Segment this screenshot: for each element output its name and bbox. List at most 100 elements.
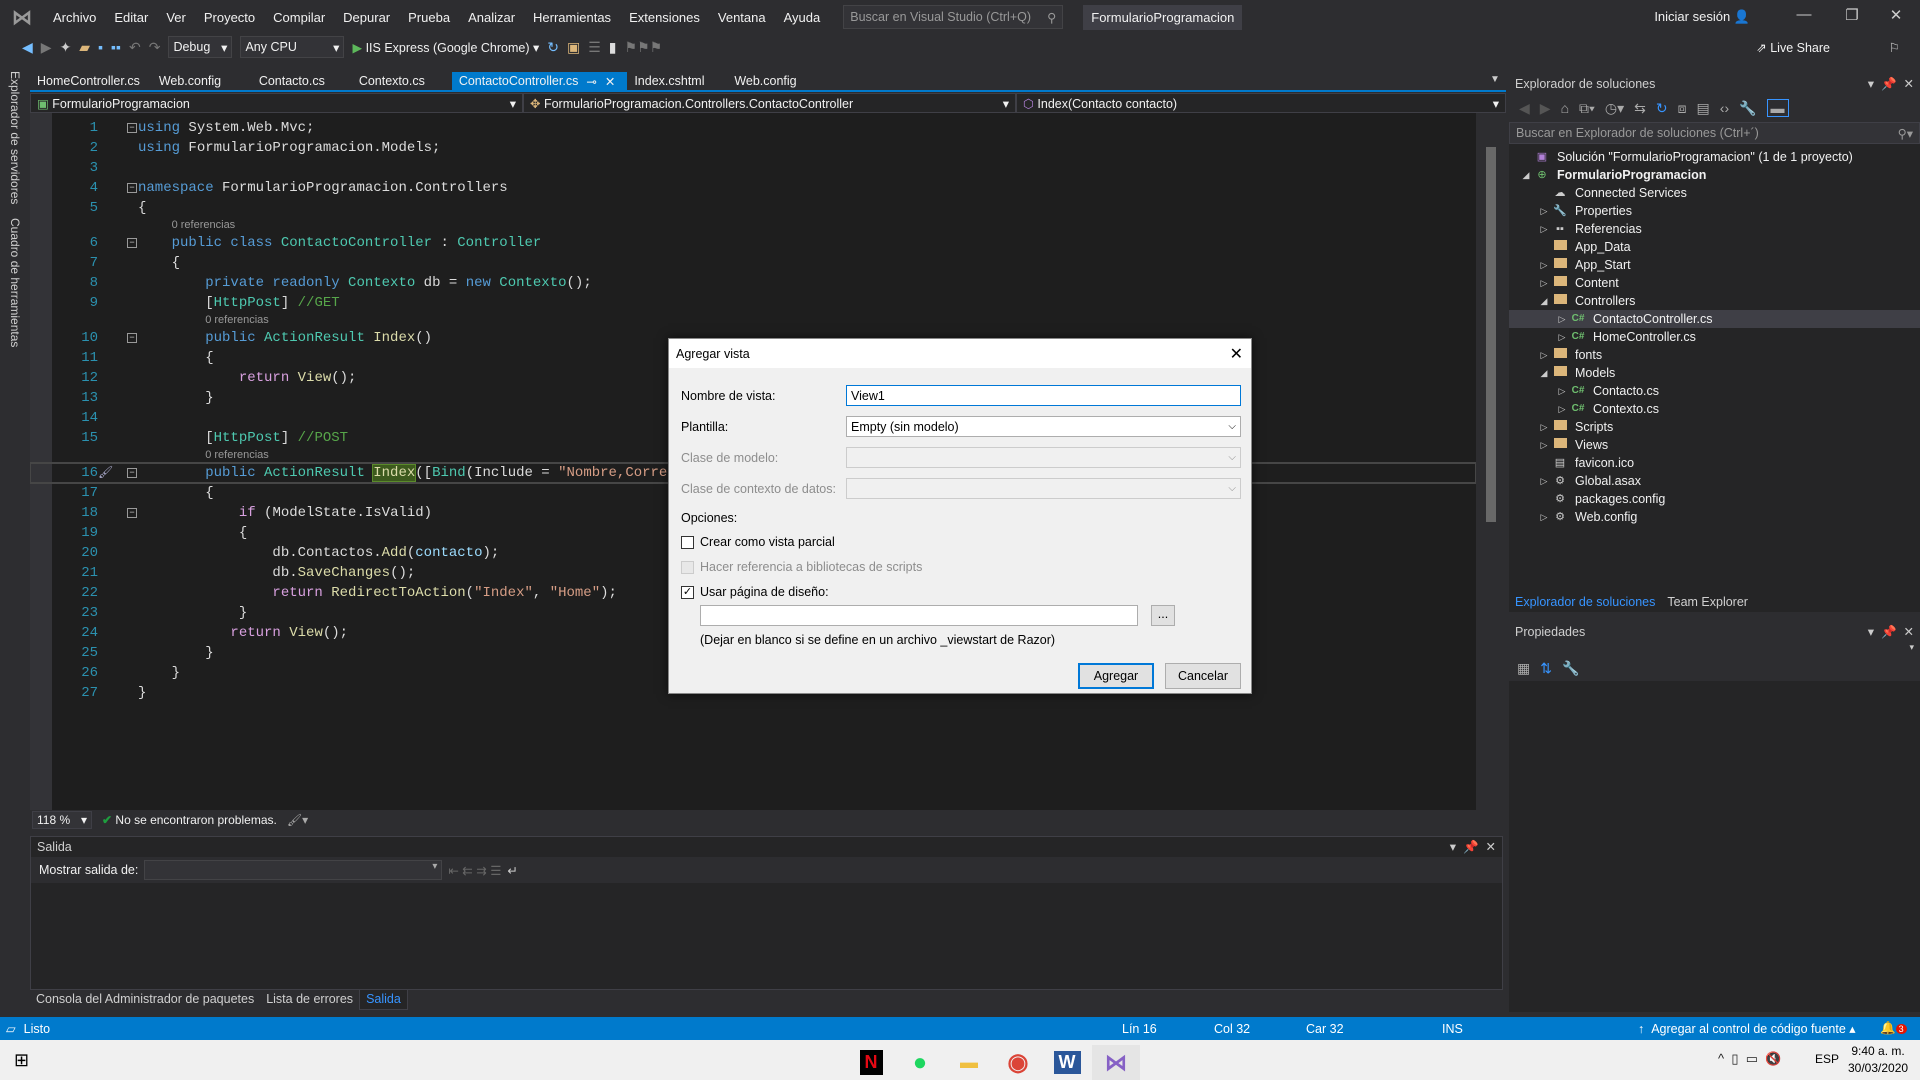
collapse-toggle-icon[interactable]: − [127,238,137,248]
codelens-references[interactable]: 0 referencias [30,313,1476,328]
tree-item[interactable]: ▷ ⚙ Web.config [1509,508,1920,526]
collapsed-arrow-icon[interactable]: ▷ [1537,436,1551,454]
switch-views-icon[interactable]: ⧉▾ [1579,100,1595,117]
output-toolbar-icons[interactable]: ⇤ ⇇ ⇉ ☰ [448,863,501,878]
pin-icon[interactable]: 📌 [1881,77,1897,91]
spotify-icon[interactable]: ● [896,1045,944,1080]
collapsed-arrow-icon[interactable]: ▷ [1555,328,1569,346]
show-all-files-icon[interactable]: ▤ [1697,100,1710,117]
expanded-arrow-icon[interactable]: ◢ [1537,364,1551,382]
tab-output[interactable]: Salida [359,990,408,1010]
home-icon[interactable]: ⌂ [1561,100,1569,116]
search-input[interactable]: Buscar en Visual Studio (Ctrl+Q) ⚲ [843,5,1064,29]
tree-item[interactable]: ▷ C# Contexto.cs [1509,400,1920,418]
code-line[interactable]: 9 [HttpPost] //GET [30,293,1476,313]
checkbox[interactable] [681,535,694,549]
pin-icon[interactable]: 📌 [1463,840,1479,854]
codelens-references[interactable]: 0 referencias [30,218,1476,233]
sync-icon[interactable]: ⇆ [1634,100,1646,117]
cleanup-icon[interactable]: 🖌▾ [287,813,308,827]
code-line[interactable]: 7 { [30,253,1476,273]
project-dropdown[interactable]: ▣ FormularioProgramacion ▾ [30,93,523,113]
bookmark-icon[interactable]: ▮ [609,39,617,56]
comment-icon[interactable]: ☰ [588,39,601,56]
refresh-icon[interactable]: ↻ [547,39,559,56]
visual-studio-icon[interactable]: ⋈ [1092,1045,1140,1080]
tree-item[interactable]: ▷ ⚙ Global.asax [1509,472,1920,490]
redo-icon[interactable]: ↷ [149,39,161,56]
tab-homecontroller-cs[interactable]: HomeController.cs [30,72,152,90]
tree-item[interactable]: ▷ App_Start [1509,256,1920,274]
close-tab-icon[interactable]: ✕ [605,74,615,90]
collapsed-arrow-icon[interactable]: ▷ [1555,400,1569,418]
tab-solution-explorer[interactable]: Explorador de soluciones [1509,594,1662,612]
script-libraries-checkbox[interactable]: Hacer referencia a bibliotecas de script… [681,560,922,574]
properties-object-select[interactable]: ▾ [1509,642,1920,656]
layout-path-input[interactable] [700,605,1138,626]
menu-ventana[interactable]: Ventana [709,10,775,25]
close-icon[interactable]: ✕ [1486,840,1496,854]
configuration-select[interactable]: Debug ▾ [168,36,233,58]
collapse-all-icon[interactable]: ⧈ [1678,100,1687,117]
platform-select[interactable]: Any CPU ▾ [240,36,345,58]
tree-item[interactable]: ▷ Views [1509,436,1920,454]
expanded-arrow-icon[interactable]: ◢ [1519,166,1533,184]
close-icon[interactable]: ✕ [1904,625,1914,639]
tree-item[interactable]: ▷ C# HomeController.cs [1509,328,1920,346]
tree-item[interactable]: ▷ fonts [1509,346,1920,364]
close-icon[interactable]: ✕ [1904,77,1914,91]
solution-search-input[interactable]: Buscar en Explorador de soluciones (Ctrl… [1509,122,1920,144]
dialog-close-button[interactable]: ✕ [1230,344,1243,364]
model-class-select[interactable]: ⌵ [846,447,1241,468]
collapse-toggle-icon[interactable]: − [127,123,137,133]
collapsed-arrow-icon[interactable]: ▷ [1537,472,1551,490]
run-button[interactable]: ▶ IIS Express (Google Chrome) ▾ [352,40,539,55]
menu-ver[interactable]: Ver [157,10,195,25]
code-line[interactable]: 4 − namespace FormularioProgramacion.Contr… [30,178,1476,198]
property-pages-icon[interactable]: 🔧 [1562,660,1579,677]
collapsed-arrow-icon[interactable]: ▷ [1537,274,1551,292]
tree-item[interactable]: App_Data [1509,238,1920,256]
template-select[interactable]: Empty (sin modelo) ⌵ [846,416,1241,437]
clock[interactable]: 9:40 a. m. 30/03/2020 [1848,1043,1908,1077]
tree-item[interactable]: ▷ Scripts [1509,418,1920,436]
new-project-icon[interactable]: ✦ [60,39,72,56]
collapsed-arrow-icon[interactable]: ▷ [1537,508,1551,526]
use-layout-checkbox[interactable]: ✓ Usar página de diseño: [681,585,829,599]
forward-icon[interactable]: ▶ [1540,100,1551,117]
tab-index-cshtml[interactable]: Index.cshtml [627,72,727,90]
word-icon[interactable]: W [1043,1045,1091,1080]
tree-item[interactable]: ◢ Controllers [1509,292,1920,310]
tab-contactocontroller-cs[interactable]: ContactoController.cs ⊸ ✕ [451,72,628,90]
save-icon[interactable]: ▪ [98,39,103,55]
add-button[interactable]: Agregar [1078,663,1154,689]
tab-overflow-icon[interactable]: ▼ [1490,74,1500,85]
chrome-icon[interactable]: ◉ [994,1045,1042,1080]
dropdown-icon[interactable]: ▾ [1450,840,1456,854]
refresh-icon[interactable]: ↻ [1656,100,1668,117]
code-line[interactable]: 1 − using System.Web.Mvc; [30,118,1476,138]
code-line[interactable]: 3 [30,158,1476,178]
tree-item[interactable]: ◢ Models [1509,364,1920,382]
dropdown-icon[interactable]: ▾ [1868,625,1874,639]
menu-compilar[interactable]: Compilar [264,10,334,25]
tab-package-manager-console[interactable]: Consola del Administrador de paquetes [30,990,260,1010]
browse-button[interactable]: ... [1151,605,1175,626]
tab-web-config[interactable]: Web.config [152,72,252,90]
collapse-toggle-icon[interactable]: − [127,183,137,193]
output-source-select[interactable]: ▾ [144,860,443,880]
view-name-input[interactable]: View1 [846,385,1241,406]
cancel-button[interactable]: Cancelar [1165,663,1241,689]
data-context-select[interactable]: ⌵ [846,478,1241,499]
restore-button[interactable]: ❐ [1832,6,1872,24]
member-dropdown[interactable]: ⬡ Index(Contacto contacto) ▾ [1016,93,1506,113]
tab-team-explorer[interactable]: Team Explorer [1661,594,1754,612]
editor-vertical-scrollbar[interactable] [1482,113,1500,810]
collapse-toggle-icon[interactable]: − [127,508,137,518]
pin-icon[interactable]: 📌 [1881,625,1897,639]
scrollbar-thumb[interactable] [1486,147,1496,522]
tree-item[interactable]: ▷ 🔧 Properties [1509,202,1920,220]
menu-analizar[interactable]: Analizar [459,10,524,25]
tree-item[interactable]: ⚙ packages.config [1509,490,1920,508]
code-line[interactable]: 2 using FormularioProgramacion.Models; [30,138,1476,158]
